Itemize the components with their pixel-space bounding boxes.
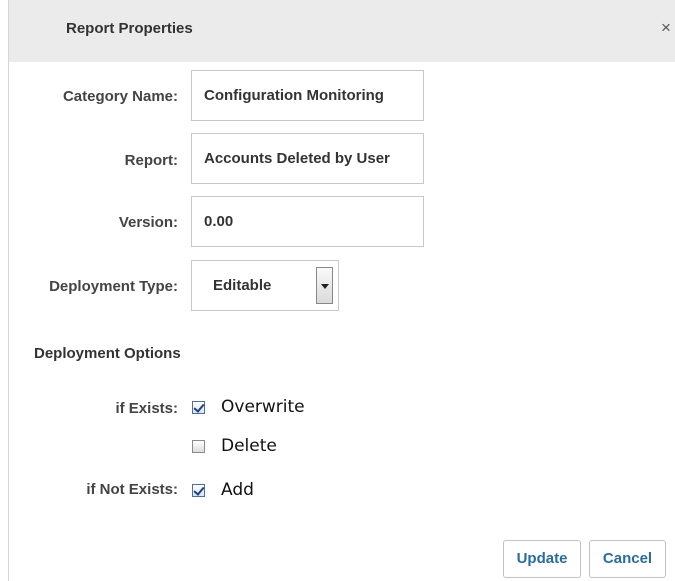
report-field[interactable]	[191, 133, 424, 184]
close-icon[interactable]: ×	[661, 19, 671, 36]
add-label[interactable]: Add	[221, 480, 254, 500]
add-checkbox[interactable]	[192, 484, 205, 497]
update-button[interactable]: Update	[503, 540, 581, 578]
deployment-type-label: Deployment Type:	[49, 278, 178, 295]
deployment-options-title: Deployment Options	[34, 345, 181, 362]
delete-checkbox[interactable]	[192, 440, 205, 453]
report-label: Report:	[124, 152, 178, 169]
deployment-type-value: Editable	[213, 277, 272, 294]
category-name-field[interactable]	[191, 70, 424, 121]
dialog-title: Report Properties	[66, 20, 193, 37]
version-label: Version:	[118, 214, 178, 231]
cancel-button[interactable]: Cancel	[589, 540, 666, 578]
dialog-header: Report Properties	[9, 0, 675, 62]
chevron-down-icon[interactable]	[316, 267, 333, 304]
if-exists-label: if Exists:	[115, 400, 178, 417]
delete-label[interactable]: Delete	[221, 436, 277, 456]
if-not-exists-label: if Not Exists:	[86, 481, 178, 498]
deployment-type-select[interactable]: Editable	[191, 260, 339, 311]
overwrite-checkbox[interactable]	[192, 401, 205, 414]
category-name-label: Category Name:	[62, 88, 178, 105]
version-field[interactable]	[191, 196, 424, 247]
overwrite-label[interactable]: Overwrite	[221, 397, 305, 417]
